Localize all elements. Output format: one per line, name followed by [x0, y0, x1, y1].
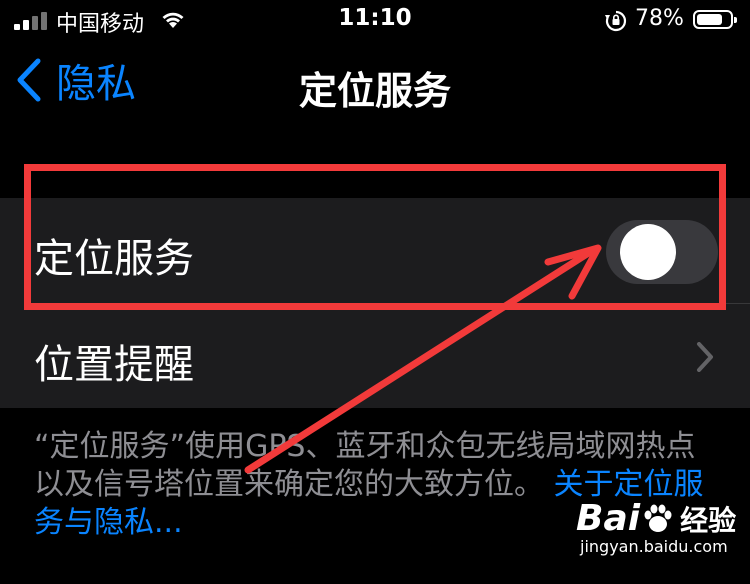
watermark-brand-cn: 经验: [680, 503, 737, 537]
watermark: Bai 经验 jingyan.baidu.com: [576, 498, 746, 580]
paw-icon: [644, 504, 672, 532]
watermark-url: jingyan.baidu.com: [580, 537, 728, 556]
annotation-arrow: [244, 244, 602, 474]
watermark-brand: Bai: [576, 498, 641, 539]
